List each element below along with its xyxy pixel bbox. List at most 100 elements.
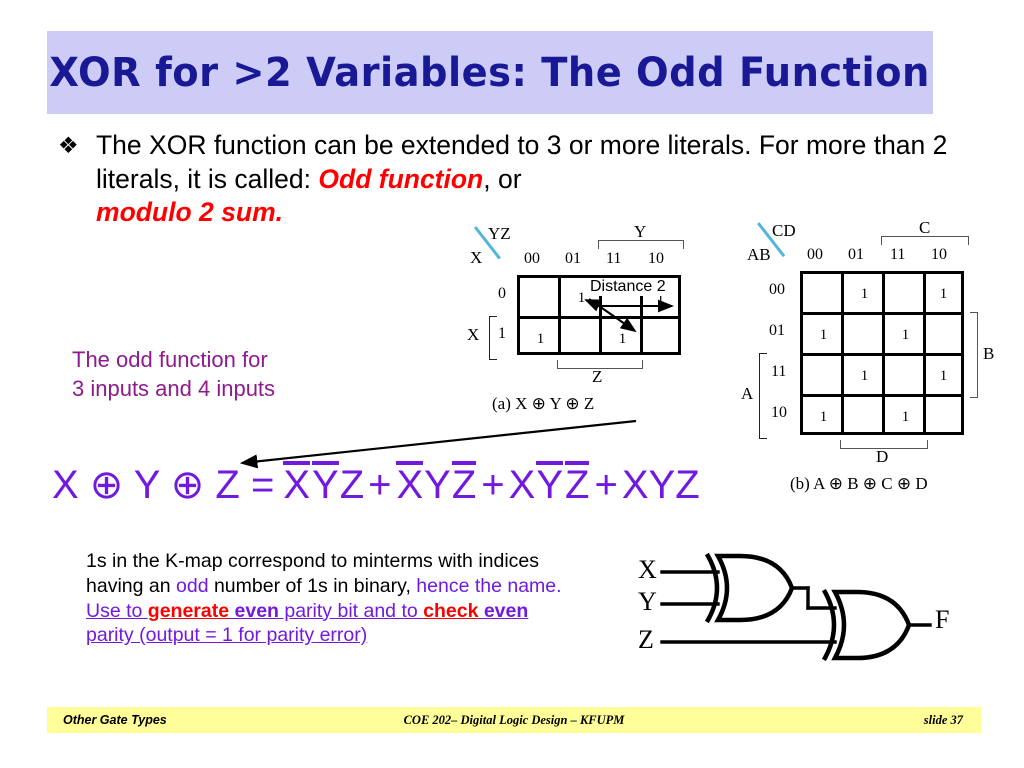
kmap3-cell-r1c1 [561,319,602,359]
kmap4-cell-r2c2 [885,356,926,396]
equation-t1-z: Z [339,463,365,507]
note-seg-use-to: Use to [86,599,148,622]
kmap4-cell-r1c3 [923,315,964,355]
note-seg-black-2: number of 1s in binary, [208,574,417,597]
odd-function-equation: X ⊕ Y ⊕ Z = XYZ + XYZ + XYZ + XYZ [52,461,700,508]
kmap3-col-header-01: 01 [565,250,581,267]
kmap4-group-label-b: B [983,344,995,363]
title-bar: XOR for >2 Variables: The Odd Function [47,31,933,114]
odd-function-note-line1: The odd function for [72,347,268,372]
note-seg-even-2: even [478,599,529,622]
kmap3-row-header-0: 0 [498,285,506,302]
kmap4-cell-r0c3: 1 [939,285,948,302]
odd-function-note: The odd function for 3 inputs and 4 inpu… [72,345,372,404]
kmap4-row-header-11: 11 [771,363,787,380]
footer-course-title: COE 202– Digital Logic Design – KFUPM [403,712,625,727]
odd-function-note-line2: 3 inputs and 4 inputs [72,376,276,402]
equation-t2-x: X [396,461,424,507]
kmap4-cell-r0c2 [885,274,926,314]
kmap3-corner-label-yz: YZ [488,224,511,243]
circuit-output-label-f: F [935,605,949,634]
note-seg-hence: hence the name. [416,574,562,597]
note-seg-parity-tail: parity (output = 1 for parity error) [86,624,368,647]
bullet-emphasis-odd-function: Odd function [318,163,484,194]
circuit-input-label-y: Y [638,587,657,616]
xor-gate-1-extra-arc [704,552,720,624]
kmap4-cell-r1c0: 1 [819,326,828,343]
equation-t3-x: X [508,463,536,507]
bullet-body: The XOR function can be extended to 3 or… [96,129,968,230]
equation-t3-z: Z [565,461,590,507]
circuit-input-label-x: X [638,555,657,584]
equation-plus-3: + [594,463,618,507]
kmap4-col-header-10: 10 [931,246,947,263]
kmap3-corner-label-x: X [470,248,483,267]
kmap3-cell-r0c0 [520,278,561,318]
kmap4-group-label-d: D [876,447,889,466]
equation-t2-y: Y [424,463,451,507]
kmap4-group-label-a: A [741,384,754,403]
page-title: XOR for >2 Variables: The Odd Function [49,49,931,96]
kmap4-cell-r3c2: 1 [901,408,910,425]
equation-t4-y: Y [648,463,676,507]
kmap3-cell-r1c0: 1 [536,330,545,347]
circuit-input-label-z: Z [638,625,654,654]
equation-t2-z: Z [451,461,477,507]
kmap-4variable: CD AB 00 01 11 10 C 00 01 11 10 A 1 1 1 [741,218,1024,518]
kmap4-cell-r2c1: 1 [860,367,869,384]
kmap4-col-header-00: 00 [807,246,823,263]
kmap3-cell-r1c3 [640,319,681,359]
note-seg-parity-bit: parity bit and to [278,599,424,622]
bullet-emphasis-modulo2sum: modulo 2 sum. [96,197,283,228]
kmap3-group-label-z: Z [592,367,603,386]
kmap4-cell-r1c1 [844,315,885,355]
kmap4-group-label-c: C [919,218,931,237]
kmap-3variable: YZ X 00 01 11 10 Y 0 1 X 1 1 1 1 Z (a) X… [462,222,730,422]
equation-t1-x: X [283,461,310,507]
footer-slide-number: slide 37 [923,712,963,727]
kmap4-col-header-01: 01 [848,246,864,263]
kmap4-cell-r3c1 [844,397,885,437]
slide-footer: Other Gate Types COE 202– Digital Logic … [47,707,981,733]
kmap3-col-header-10: 10 [648,250,664,267]
kmap3-col-header-11: 11 [606,250,622,267]
equation-t4-z: Z [675,463,700,507]
kmap4-cell-r2c3: 1 [939,367,948,384]
parity-explanation-note: 1s in the K-map correspond to minterms w… [86,549,576,648]
kmap3-cell-r1c2: 1 [618,330,627,347]
kmap3-distance-annotation: Distance 2 [589,278,667,296]
note-seg-generate: generate [147,599,230,622]
note-seg-even-1: even [234,599,279,622]
note-seg-odd: odd [176,574,209,597]
equation-lhs: X ⊕ Y ⊕ Z = [52,463,275,507]
xor-gate-2-extra-arc [821,588,837,662]
kmap4-row-header-00: 00 [769,281,785,298]
kmap3-group-label-x: X [467,325,480,344]
bullet-paragraph: ❖ The XOR function can be extended to 3 … [58,129,968,230]
slide-canvas: XOR for >2 Variables: The Odd Function ❖… [0,0,1024,768]
xor-gate-2 [831,589,912,661]
kmap3-group-label-y: Y [634,222,647,241]
kmap4-cell-r1c2: 1 [901,326,910,343]
kmap4-group-bracket-a [759,353,767,439]
xor-gate-1 [714,553,795,623]
kmap3-group-bracket-x [489,316,497,360]
kmap4-row-header-10: 10 [771,404,787,421]
kmap4-cell-r2c0 [803,356,844,396]
equation-t1-y: Y [311,461,339,507]
kmap3-caption: (a) X ⊕ Y ⊕ Z [492,394,595,413]
equation-t4-x: X [621,463,649,507]
equation-plus-1: + [368,463,392,507]
kmap4-cell-r0c0 [803,274,844,314]
bullet-diamond-icon: ❖ [58,132,79,158]
bullet-text-part2: , or [483,163,522,194]
kmap3-col-header-00: 00 [524,250,540,267]
kmap4-corner-label-cd: CD [772,221,796,240]
arrow-note-to-equation [239,419,637,469]
kmap4-corner-label-ab: AB [747,245,771,264]
kmap4-group-bracket-b [970,312,978,398]
kmap4-col-header-11: 11 [890,246,906,263]
xor-cascade-circuit: X Y Z F [638,552,949,662]
equation-t3-y: Y [536,461,564,507]
kmap4-caption: (b) A ⊕ B ⊕ C ⊕ D [790,474,928,493]
